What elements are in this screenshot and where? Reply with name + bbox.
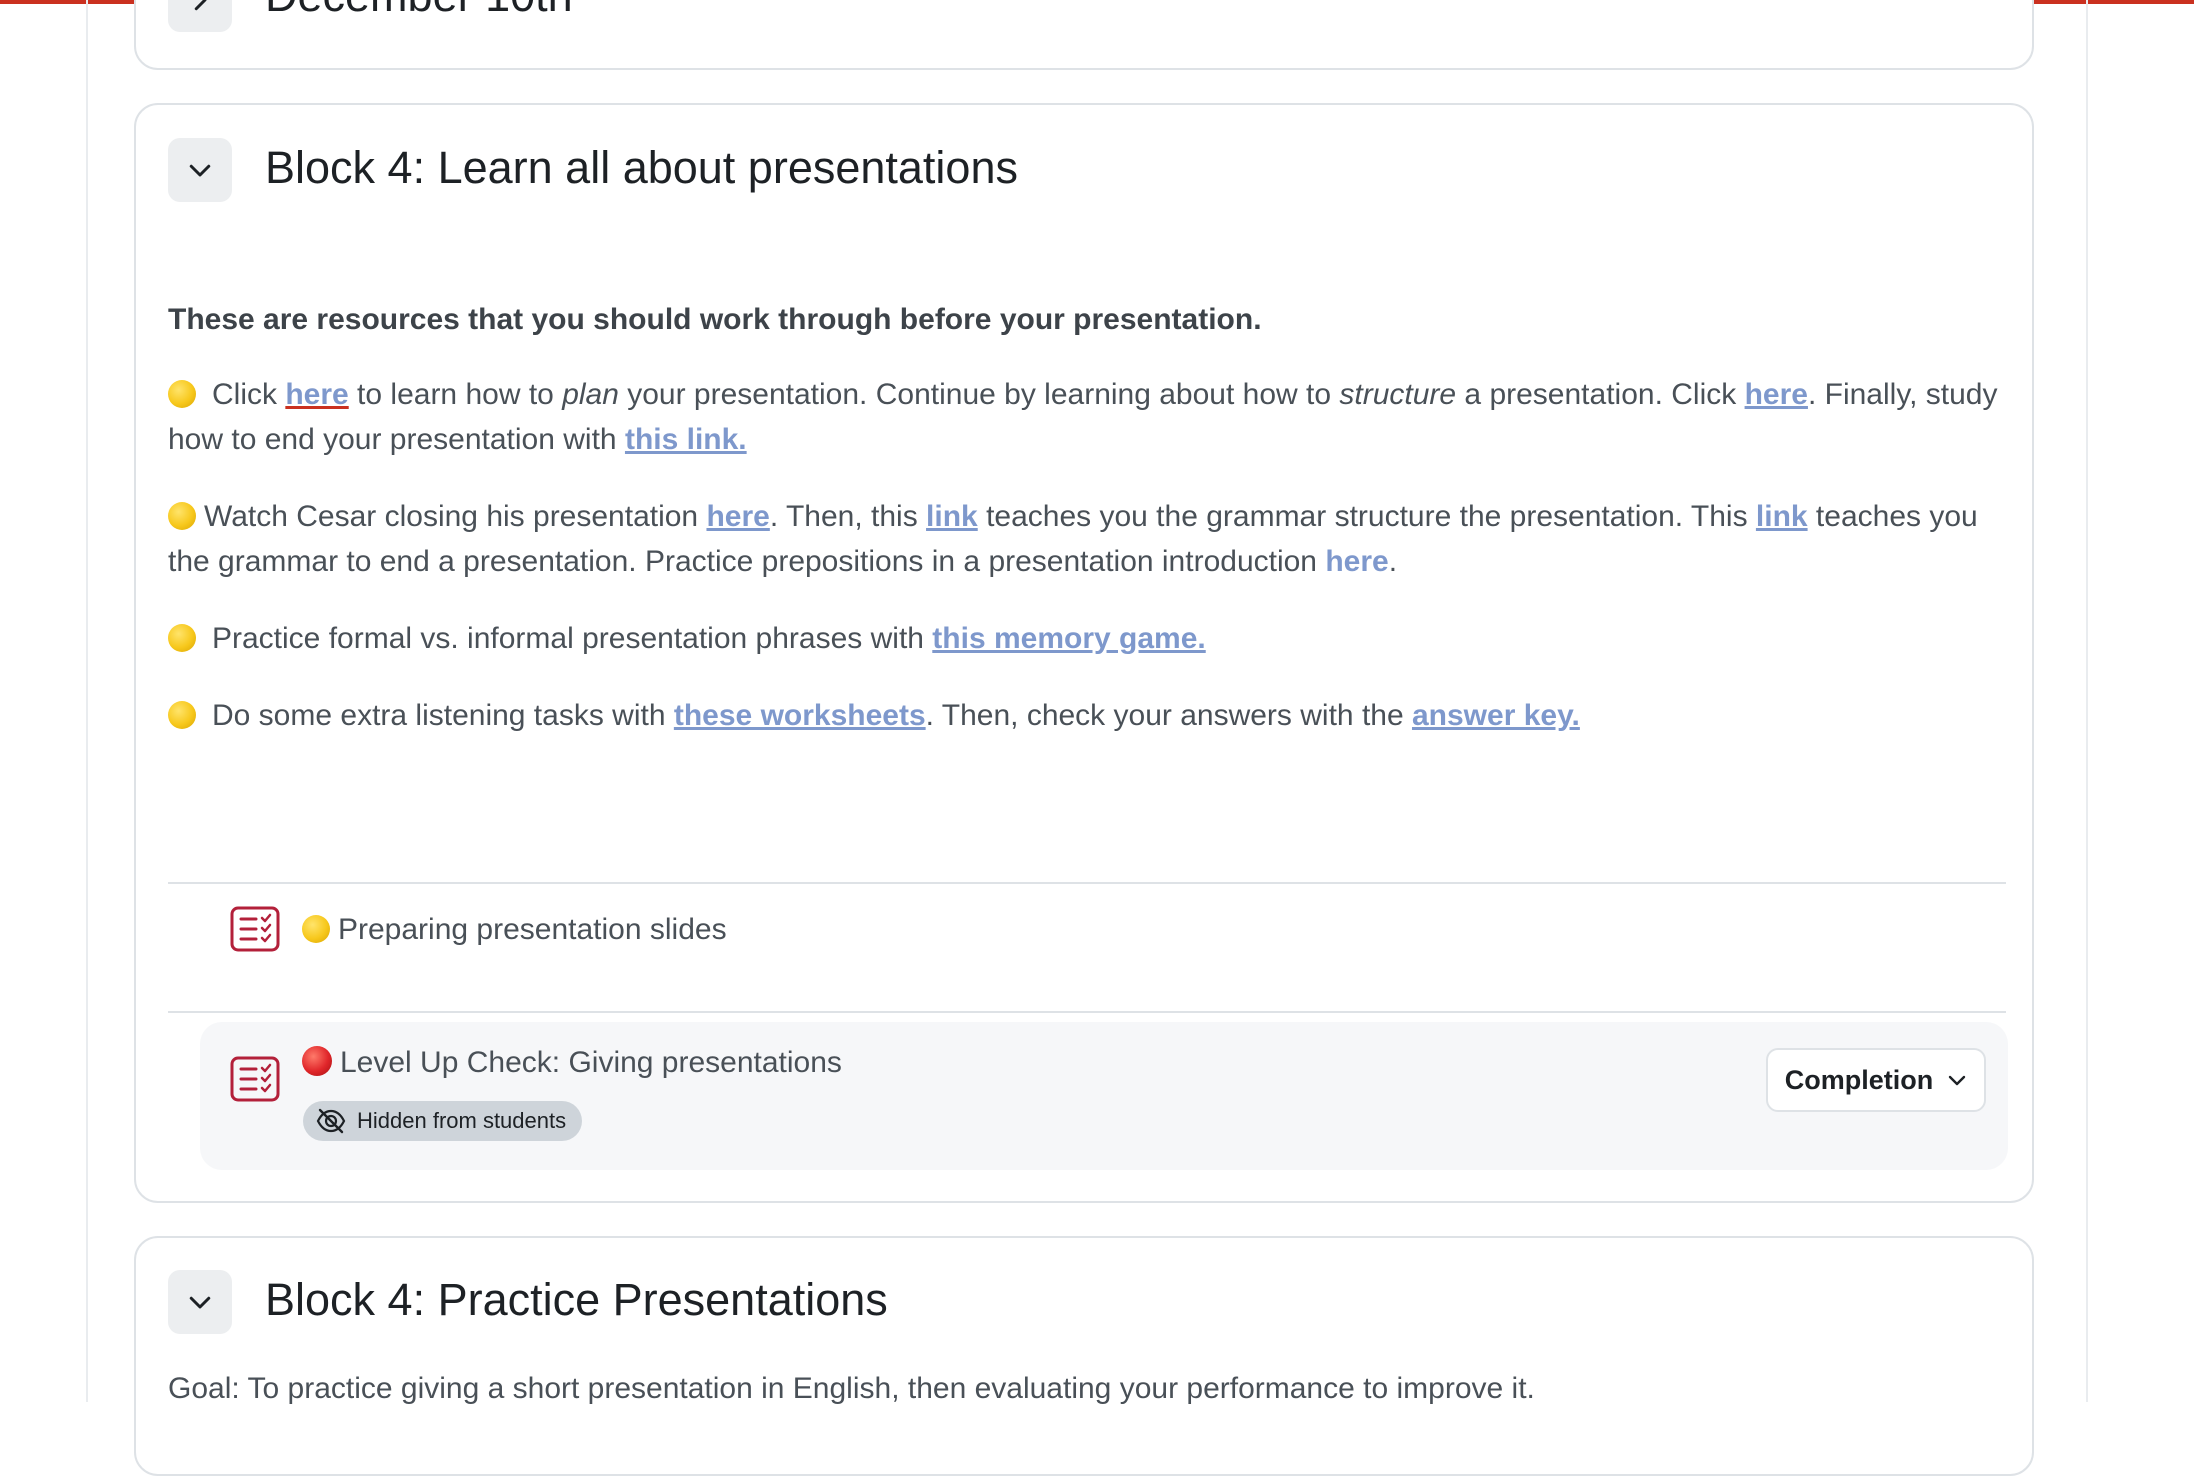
yellow-circle-icon	[168, 380, 196, 408]
summary-emphasis: plan	[562, 378, 619, 411]
summary-text: Do some extra listening tasks with	[212, 699, 674, 732]
link-answer-key[interactable]: answer key.	[1412, 699, 1580, 732]
link-grammar-structure[interactable]: link	[926, 500, 978, 533]
summary-emphasis: structure	[1339, 378, 1457, 411]
link-plan[interactable]: here	[285, 378, 348, 411]
section-collapse-button[interactable]	[168, 138, 232, 202]
link-worksheets[interactable]: these worksheets	[674, 699, 926, 732]
summary-text: your presentation. Continue by learning …	[618, 378, 1340, 411]
yellow-circle-icon	[168, 624, 196, 652]
link-grammar-end[interactable]: link	[1756, 500, 1808, 533]
summary-item: Click here to learn how to plan your pre…	[168, 372, 2008, 462]
badge-label: Hidden from students	[357, 1108, 567, 1133]
section-expand-button[interactable]	[168, 0, 232, 32]
summary-text: .	[1388, 545, 1398, 578]
section-summary: Goal: To practice giving a short present…	[168, 1372, 1535, 1405]
link-memory-game[interactable]: this memory game.	[932, 622, 1205, 655]
summary-text: Click	[212, 378, 286, 411]
section-title[interactable]: Block 4: Learn all about presentations	[265, 142, 1018, 194]
section-card-current: Block 4: Learn all about presentations T…	[134, 103, 2034, 1203]
summary-text: to learn how to	[348, 378, 563, 411]
section-card-previous: December 10th	[134, 0, 2034, 70]
summary-item: Watch Cesar closing his presentation her…	[168, 494, 2008, 584]
summary-text: teaches you the grammar structure the pr…	[977, 500, 1756, 533]
summary-intro: These are resources that you should work…	[168, 303, 1262, 336]
summary-item: Do some extra listening tasks with these…	[168, 693, 2008, 738]
link-structure[interactable]: here	[1745, 378, 1808, 411]
activity-link[interactable]: Preparing presentation slides	[302, 913, 727, 947]
completion-label: Completion	[1784, 1064, 1934, 1095]
activity-item: Level Up Check: Giving presentations Hid…	[200, 1022, 2008, 1170]
summary-text: Practice formal vs. informal presentatio…	[212, 622, 933, 655]
divider	[168, 1011, 2006, 1013]
yellow-circle-icon	[168, 701, 196, 729]
summary-text: . Then, check your answers with the	[925, 699, 1412, 732]
checklist-icon	[230, 1056, 280, 1102]
chevron-down-icon	[1949, 1075, 1966, 1086]
hidden-status-badge: Hidden from students	[303, 1101, 583, 1141]
summary-text: Watch Cesar closing his presentation	[204, 500, 707, 533]
chevron-down-icon	[189, 164, 211, 177]
section-collapse-button[interactable]	[168, 1270, 232, 1334]
yellow-circle-icon	[302, 915, 330, 943]
activity-name: Level Up Check: Giving presentations	[340, 1046, 842, 1079]
checklist-icon	[230, 906, 280, 952]
link-end-presentation[interactable]: this link.	[625, 423, 747, 456]
chevron-down-icon	[189, 1296, 211, 1309]
section-card-next: Block 4: Practice Presentations Goal: To…	[134, 1236, 2034, 1476]
activity-name: Preparing presentation slides	[338, 913, 727, 946]
section-title[interactable]: Block 4: Practice Presentations	[265, 1274, 888, 1326]
section-summary: These are resources that you should work…	[168, 297, 2008, 770]
summary-item: Practice formal vs. informal presentatio…	[168, 616, 2008, 661]
chevron-right-icon	[194, 0, 207, 11]
section-title[interactable]: December 10th	[265, 0, 573, 22]
yellow-circle-icon	[168, 502, 196, 530]
summary-text: a presentation. Click	[1456, 378, 1745, 411]
completion-dropdown[interactable]: Completion	[1766, 1048, 1986, 1112]
link-prepositions[interactable]: here	[1325, 545, 1388, 578]
activity-link[interactable]: Level Up Check: Giving presentations	[302, 1046, 842, 1080]
eye-slash-icon	[316, 1108, 346, 1134]
summary-text: . Then, this	[769, 500, 927, 533]
red-circle-icon	[302, 1046, 332, 1076]
link-cesar-video[interactable]: here	[706, 500, 769, 533]
activity-item: Preparing presentation slides	[200, 875, 2008, 995]
